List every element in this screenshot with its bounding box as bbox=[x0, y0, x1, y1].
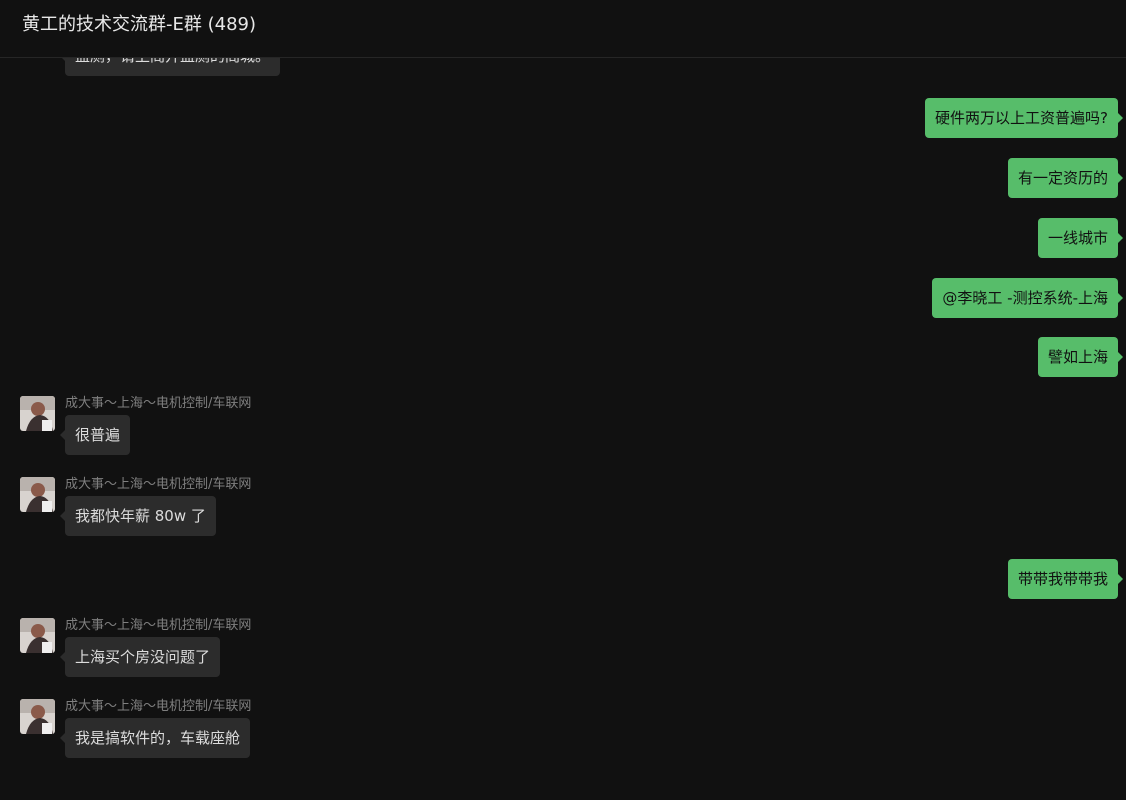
chat-header: 黄工的技术交流群-E群 (489) bbox=[0, 0, 1126, 58]
message-bubble-incoming[interactable]: 上海买个房没问题了 bbox=[59, 637, 221, 677]
avatar[interactable] bbox=[20, 618, 55, 653]
avatar[interactable] bbox=[20, 477, 55, 512]
sender-name: 成大事～上海～电机控制/车联网 bbox=[65, 396, 252, 411]
message-bubble-outgoing[interactable]: @李晓工 -测控系统-上海 bbox=[932, 278, 1123, 318]
avatar[interactable] bbox=[20, 396, 55, 431]
sender-name: 成大事～上海～电机控制/车联网 bbox=[65, 618, 252, 633]
chat-title: 黄工的技术交流群-E群 (489) bbox=[22, 14, 256, 35]
message-bubble-outgoing[interactable]: 有一定资历的 bbox=[1007, 158, 1124, 198]
sender-name: 成大事～上海～电机控制/车联网 bbox=[65, 699, 252, 714]
message-bubble-incoming[interactable]: 盖厕，请上阁开盖厕的阁城。 bbox=[59, 58, 281, 76]
message-bubble-outgoing[interactable]: 譬如上海 bbox=[1037, 337, 1124, 377]
message-bubble-outgoing[interactable]: 带带我带带我 bbox=[1007, 559, 1124, 599]
message-bubble-incoming[interactable]: 我是搞软件的，车载座舱 bbox=[59, 718, 251, 758]
message-bubble-outgoing[interactable]: 一线城市 bbox=[1037, 218, 1124, 258]
message-bubble-incoming[interactable]: 很普遍 bbox=[59, 415, 131, 455]
chat-window: 黄工的技术交流群-E群 (489) 盖厕，请上阁开盖厕的阁城。 硬件两万以上工资… bbox=[0, 0, 1126, 800]
message-list[interactable]: 盖厕，请上阁开盖厕的阁城。 硬件两万以上工资普遍吗? 有一定资历的 一线城市 @… bbox=[0, 58, 1126, 800]
message-bubble-incoming[interactable]: 我都快年薪 80w 了 bbox=[60, 496, 216, 536]
sender-name: 成大事～上海～电机控制/车联网 bbox=[65, 477, 252, 492]
avatar[interactable] bbox=[20, 699, 55, 734]
message-bubble-outgoing[interactable]: 硬件两万以上工资普遍吗? bbox=[925, 98, 1123, 138]
